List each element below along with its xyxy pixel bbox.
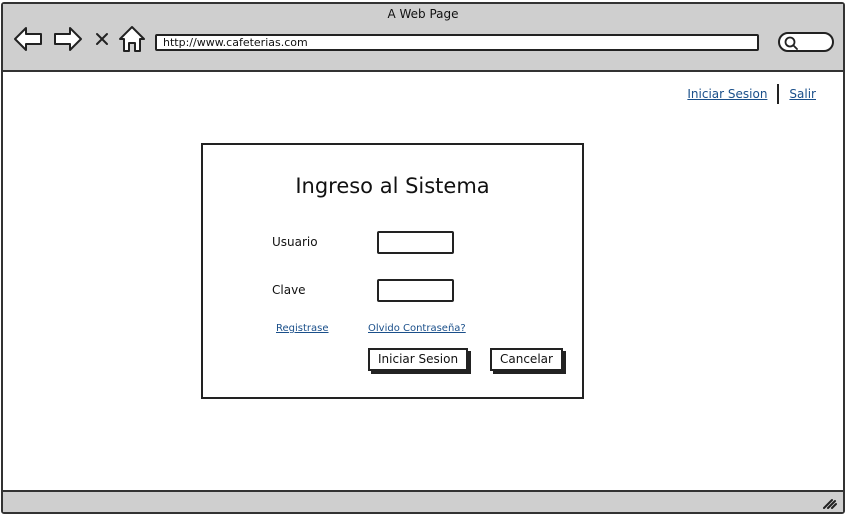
close-icon bbox=[96, 33, 108, 45]
login-title: Ingreso al Sistema bbox=[295, 174, 490, 198]
home-button[interactable] bbox=[117, 24, 147, 54]
search-icon bbox=[784, 36, 798, 50]
cancel-button[interactable]: Cancelar bbox=[490, 348, 563, 371]
arrow-right-icon bbox=[54, 27, 82, 51]
forgot-password-link[interactable]: Olvido Contraseña? bbox=[368, 323, 466, 334]
register-link[interactable]: Registrase bbox=[276, 323, 329, 334]
username-label: Usuario bbox=[272, 235, 318, 249]
window-title: A Web Page bbox=[387, 7, 459, 21]
address-bar[interactable] bbox=[155, 34, 759, 51]
arrow-left-icon bbox=[14, 27, 42, 51]
browser-search-box[interactable] bbox=[778, 32, 834, 52]
login-submit-button[interactable]: Iniciar Sesion bbox=[368, 348, 469, 371]
top-nav: Iniciar Sesion Salir bbox=[687, 84, 816, 104]
nav-divider bbox=[777, 84, 780, 104]
forward-button[interactable] bbox=[53, 24, 83, 54]
login-panel: Ingreso al Sistema Usuario Clave Registr… bbox=[201, 143, 584, 399]
password-field[interactable] bbox=[377, 279, 454, 302]
home-icon bbox=[119, 26, 145, 52]
back-button[interactable] bbox=[13, 24, 43, 54]
status-bar bbox=[3, 490, 843, 512]
resize-grip-icon[interactable] bbox=[821, 496, 837, 510]
logout-link[interactable]: Salir bbox=[789, 87, 816, 101]
username-field[interactable] bbox=[377, 231, 454, 254]
browser-toolbar: A Web Page bbox=[3, 4, 843, 72]
top-login-link[interactable]: Iniciar Sesion bbox=[687, 87, 767, 101]
password-label: Clave bbox=[272, 283, 306, 297]
browser-window: A Web Page http://www.cafeterias.com Ini… bbox=[1, 2, 845, 514]
stop-button[interactable] bbox=[92, 24, 112, 54]
